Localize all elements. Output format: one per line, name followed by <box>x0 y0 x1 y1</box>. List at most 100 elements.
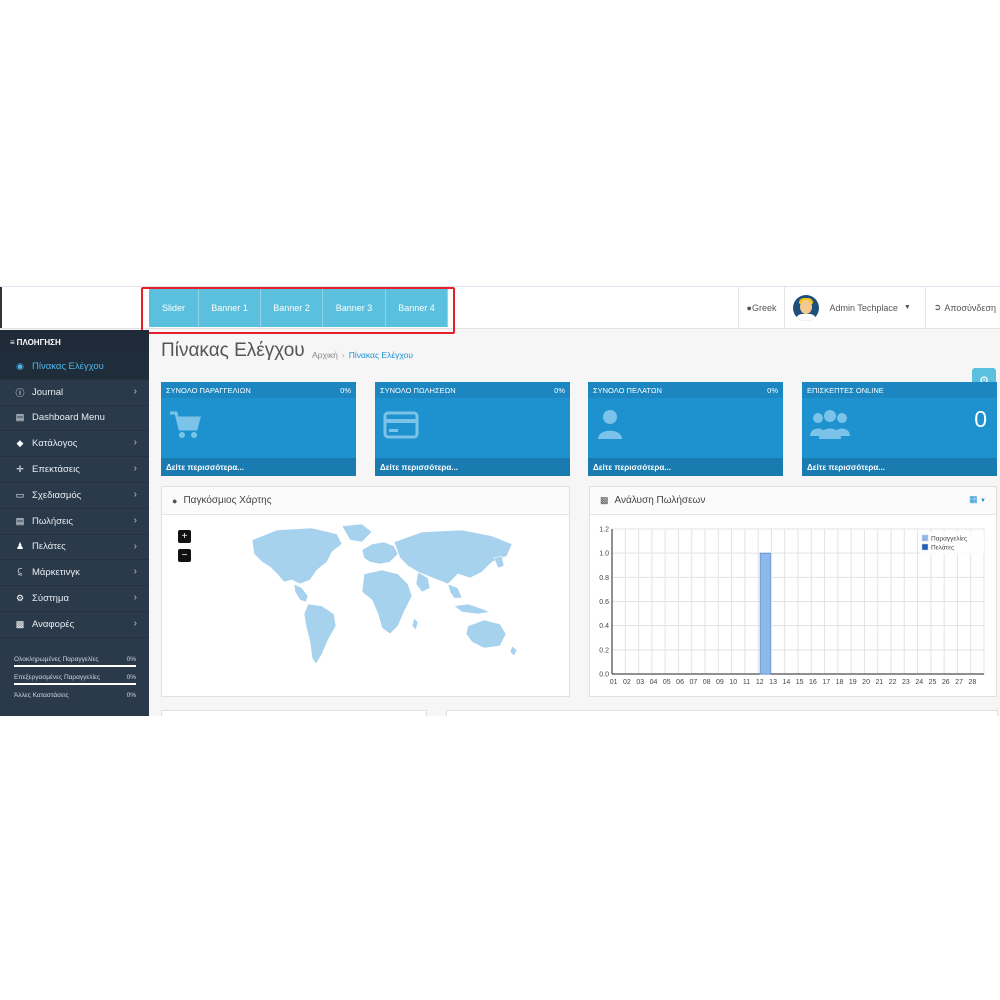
legend-swatch <box>921 534 929 542</box>
tile-title: ΣΥΝΟΛΟ ΠΕΛΑΤΩΝ <box>593 385 662 395</box>
admin-dashboard-screenshot: Slider Banner 1 Banner 2 Banner 3 Banner… <box>0 286 1000 716</box>
main-content: Πίνακας Ελέγχου Αρχική › Πίνακας Ελέγχου ⚙… <box>149 330 1000 716</box>
tile-title: ΣΥΝΟΛΟ ΠΩΛΗΣΕΩΝ <box>380 385 456 395</box>
legend-label: Παραγγελίες <box>931 535 967 543</box>
x-tick-label: 14 <box>782 679 790 686</box>
sidebar: ≡ ΠΛΟΗΓΗΣΗ ◉ Πίνακας Ελέγχου ⓘ Journal ›… <box>0 330 149 716</box>
x-tick-label: 22 <box>889 679 897 686</box>
world-map-panel: ● Παγκόσμιος Χάρτης + − <box>161 486 570 697</box>
tile-total-customers: ΣΥΝΟΛΟ ΠΕΛΑΤΩΝ 0% Δείτε περισσότερα... <box>588 382 783 476</box>
sidebar-item-dashboard[interactable]: ◉ Πίνακας Ελέγχου <box>0 354 149 380</box>
menu-card-icon: ▤ <box>15 412 25 423</box>
breadcrumb-home[interactable]: Αρχική <box>312 350 338 360</box>
monitor-icon: ▭ <box>15 489 25 500</box>
progress-bar <box>14 665 136 667</box>
sales-chart: 0.0 0.2 0.4 0.6 0.8 1.0 1.2 01 02 03 04 05 06 07 08 09 1… <box>599 527 985 686</box>
legend-label: Πελάτες <box>931 544 954 552</box>
header-right: ● Greek Admin Techplace ▼ ➲ Αποσύνδεση <box>737 287 1000 328</box>
user-menu[interactable]: Admin Techplace ▼ <box>784 287 924 328</box>
tile-more-link[interactable]: Δείτε περισσότερα... <box>588 458 783 476</box>
x-tick-label: 16 <box>809 679 817 686</box>
x-tick-label: 24 <box>915 679 923 686</box>
tile-percent: 0% <box>767 385 778 395</box>
sidebar-item-label: Αναφορές <box>32 618 75 630</box>
x-tick-label: 21 <box>875 679 883 686</box>
sidebar-item-extensions[interactable]: ✛ Επεκτάσεις › <box>0 457 149 483</box>
sidebar-item-customers[interactable]: ♟ Πελάτες › <box>0 535 149 561</box>
world-map[interactable] <box>222 522 522 672</box>
sidebar-item-journal[interactable]: ⓘ Journal › <box>0 380 149 406</box>
top-header: Slider Banner 1 Banner 2 Banner 3 Banner… <box>0 286 1000 334</box>
sidebar-item-label: Dashboard Menu <box>32 412 105 424</box>
x-tick-label: 26 <box>942 679 950 686</box>
chevron-right-icon: › <box>133 592 137 604</box>
breadcrumb-separator: › <box>341 350 345 360</box>
page-title: Πίνακας Ελέγχου <box>161 340 305 361</box>
panel-header: ● Παγκόσμιος Χάρτης <box>162 487 569 515</box>
x-tick-label: 28 <box>968 679 976 686</box>
tile-more-link[interactable]: Δείτε περισσότερα... <box>375 458 570 476</box>
users-icon <box>810 410 850 439</box>
cart-icon: ▤ <box>15 515 25 526</box>
chevron-right-icon: › <box>133 488 137 500</box>
progress-other: Άλλες Καταστάσεις 0% <box>14 692 136 699</box>
progress-label: Επεξεργασμένες Παραγγελίες <box>14 674 101 681</box>
sidebar-item-sales[interactable]: ▤ Πωλήσεις › <box>0 509 149 535</box>
chevron-right-icon: › <box>133 540 137 552</box>
bars-icon: ≡ <box>10 337 15 347</box>
user-icon: ♟ <box>15 541 25 552</box>
map-zoom-out-button[interactable]: − <box>178 549 191 562</box>
progress-value: 0% <box>126 656 136 663</box>
bottom-panel-left <box>161 710 427 716</box>
x-tick-label: 25 <box>929 679 937 686</box>
y-tick-label: 0.8 <box>599 575 609 582</box>
sidebar-item-dashboard-menu[interactable]: ▤ Dashboard Menu <box>0 406 149 432</box>
nav-title: ≡ ΠΛΟΗΓΗΣΗ <box>0 330 149 354</box>
chart-bar <box>759 552 771 675</box>
tile-more-link[interactable]: Δείτε περισσότερα... <box>802 458 997 476</box>
map-zoom-in-button[interactable]: + <box>178 530 191 543</box>
x-tick-label: 06 <box>676 679 684 686</box>
user-name: Admin Techplace <box>829 302 898 313</box>
calendar-range-button[interactable]: ▦ ▼ <box>969 494 986 505</box>
tag-icon: ◆ <box>16 438 24 449</box>
sidebar-item-label: Επεκτάσεις <box>32 464 80 476</box>
progress-value: 0% <box>126 674 136 681</box>
sidebar-item-catalog[interactable]: ◆ Κατάλογος › <box>0 431 149 458</box>
chevron-right-icon: › <box>133 617 137 629</box>
panel-title: Ανάλυση Πωλήσεων <box>614 495 706 506</box>
tile-title: ΕΠΙΣΚΕΠΤΕΣ ONLINE <box>807 385 884 395</box>
sidebar-item-reports[interactable]: ▩ Αναφορές › <box>0 612 149 638</box>
sign-out-icon: ➲ <box>933 302 942 312</box>
x-tick-label: 11 <box>743 679 750 686</box>
x-tick-label: 04 <box>650 679 658 686</box>
progress-value: 0% <box>126 692 136 699</box>
tile-percent: 0% <box>340 385 351 395</box>
sidebar-item-label: Πωλήσεις <box>32 515 73 527</box>
x-tick-label: 27 <box>955 679 963 686</box>
tile-online-visitors: ΕΠΙΣΚΕΠΤΕΣ ONLINE 0 Δείτε περισσότερα... <box>802 382 997 476</box>
sidebar-item-label: Μάρκετινγκ <box>32 567 80 579</box>
sidebar-item-label: Κατάλογος <box>32 438 78 450</box>
chevron-right-icon: › <box>133 566 137 578</box>
progress-processing: Επεξεργασμένες Παραγγελίες 0% <box>14 674 136 685</box>
x-tick-label: 20 <box>862 679 870 686</box>
x-tick-label: 10 <box>729 679 737 686</box>
logout-link[interactable]: ➲ Αποσύνδεση <box>924 287 1000 328</box>
x-tick-label: 18 <box>836 679 844 686</box>
bar-chart-icon: ▩ <box>600 495 609 505</box>
order-status-progress: Ολοκληρωμένες Παραγγελίες 0% Επεξεργασμέν… <box>14 656 136 706</box>
breadcrumb: Αρχική › Πίνακας Ελέγχου <box>312 350 413 360</box>
sidebar-item-label: Journal <box>32 386 64 398</box>
tile-more-link[interactable]: Δείτε περισσότερα... <box>161 458 356 476</box>
caret-down-icon: ▼ <box>980 498 986 504</box>
sidebar-item-system[interactable]: ⚙ Σύστημα › <box>0 586 149 612</box>
breadcrumb-current[interactable]: Πίνακας Ελέγχου <box>349 350 413 360</box>
language-selector[interactable]: ● Greek <box>737 287 785 328</box>
cog-icon: ⚙ <box>15 593 25 604</box>
y-tick-label: 0.4 <box>599 623 609 630</box>
sidebar-item-design[interactable]: ▭ Σχεδιασμός › <box>0 483 149 509</box>
y-tick-label: 0.6 <box>599 599 609 606</box>
chevron-right-icon: › <box>133 385 137 397</box>
sidebar-item-marketing[interactable]: ⫇ Μάρκετινγκ › <box>0 560 149 587</box>
